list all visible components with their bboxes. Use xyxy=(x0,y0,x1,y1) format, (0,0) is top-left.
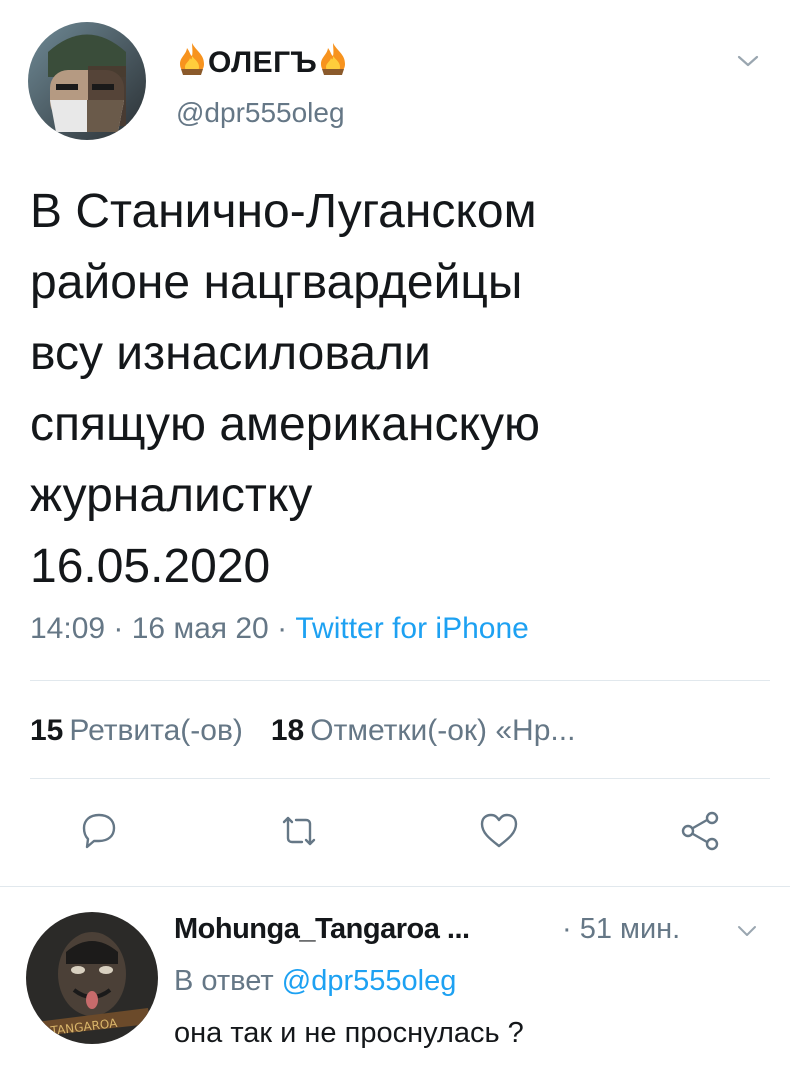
divider xyxy=(30,778,770,779)
share-icon[interactable] xyxy=(678,808,724,854)
likes-count: 18 xyxy=(270,714,305,747)
author-avatar[interactable] xyxy=(28,22,146,140)
likes-label: Отметки(-ок) «Нр... xyxy=(310,714,576,747)
avatar-photo-icon xyxy=(28,22,146,140)
retweets-label: Ретвита(-ов) xyxy=(69,714,243,747)
tweet-client-link[interactable]: Twitter for iPhone xyxy=(295,612,528,645)
divider xyxy=(30,680,770,681)
reply-to-mention-link[interactable]: @dpr555oleg xyxy=(282,965,457,997)
reply-author-avatar[interactable]: TANGAROA xyxy=(26,912,158,1044)
reply-avatar-photo-icon: TANGAROA xyxy=(26,912,158,1044)
meta-separator: · xyxy=(277,612,296,645)
tweet-header: ОЛЕГЪ @dpr555oleg xyxy=(28,22,768,142)
tweet-stats: 15 Ретвита(-ов) 18 Отметки(-ок) «Нр... xyxy=(30,714,575,748)
reply-to-line: В ответ @dpr555oleg xyxy=(174,965,456,998)
fire-icon xyxy=(176,42,208,76)
meta-separator: · xyxy=(113,612,132,645)
tweet-meta: 14:09 · 16 мая 20 · Twitter for iPhone xyxy=(30,612,529,646)
chevron-down-icon[interactable] xyxy=(736,52,760,70)
author-name-text: ОЛЕГЪ xyxy=(208,46,318,79)
likes-stat[interactable]: 18 Отметки(-ок) «Нр... xyxy=(271,714,576,747)
tweet-actions xyxy=(0,808,790,858)
tweet-time: 14:09 xyxy=(30,612,106,645)
reply-to-label: В ответ xyxy=(174,965,274,997)
tweet-date: 16 мая 20 xyxy=(131,612,269,645)
retweets-count: 15 xyxy=(30,714,64,747)
divider xyxy=(0,886,790,887)
fire-icon xyxy=(317,42,349,76)
reply-icon[interactable] xyxy=(76,808,122,854)
reply-text: она так и не проснулась ? xyxy=(174,1017,524,1049)
retweet-icon[interactable] xyxy=(276,808,322,854)
like-heart-icon[interactable] xyxy=(476,808,522,854)
author-handle[interactable]: @dpr555oleg xyxy=(176,97,345,129)
reply-author-name[interactable]: Mohunga_Tangaroa ... xyxy=(174,913,470,946)
reply-time: · 51 мин. xyxy=(562,913,681,945)
tweet-text: В Станично-Луганском районе нацгвардейцы… xyxy=(30,185,541,593)
author-name[interactable]: ОЛЕГЪ xyxy=(176,42,349,80)
chevron-down-icon[interactable] xyxy=(736,923,758,939)
retweets-stat[interactable]: 15 Ретвита(-ов) xyxy=(30,714,243,747)
